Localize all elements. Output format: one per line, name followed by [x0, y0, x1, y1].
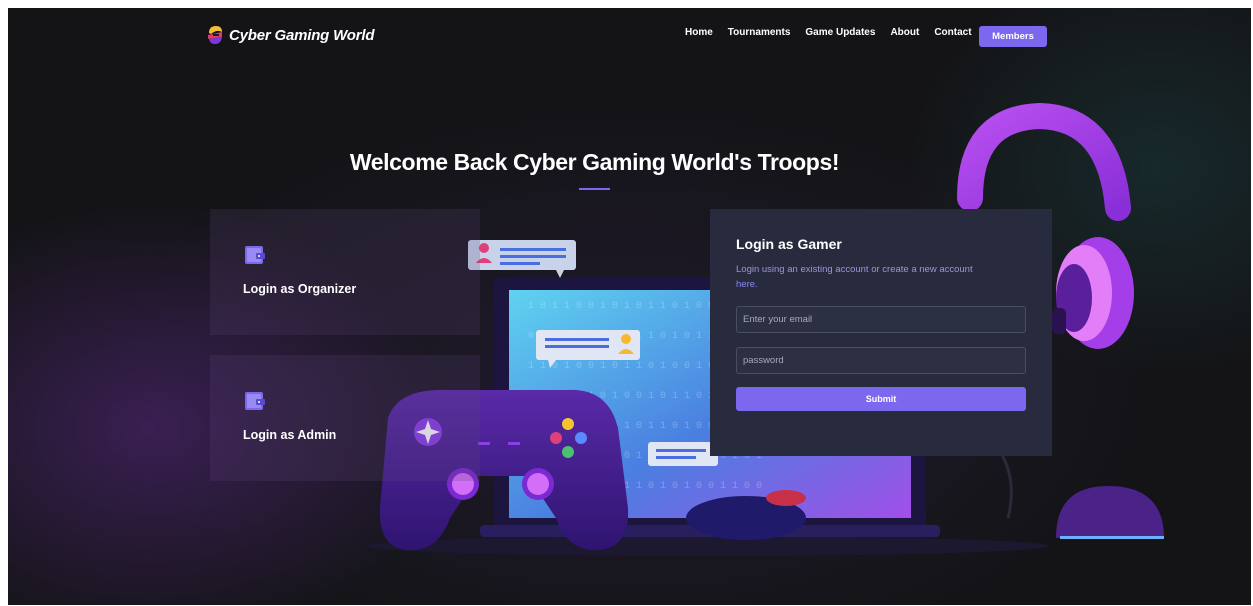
admin-login-label: Login as Admin: [243, 428, 337, 442]
nav-home[interactable]: Home: [685, 27, 713, 38]
gaming-illustration: 1 0 1 1 0 0 1 0 1 0 1 1 0 1 0 0 1 1 0 1 …: [368, 102, 1164, 556]
wallet-icon: [245, 392, 265, 410]
login-description-text: Login using an existing account or creat…: [736, 264, 973, 275]
wallet-icon: [245, 246, 265, 264]
organizer-login-label: Login as Organizer: [243, 282, 357, 296]
nav-contact[interactable]: Contact: [934, 27, 971, 38]
create-account-link[interactable]: here.: [736, 279, 758, 290]
submit-button[interactable]: Submit: [736, 387, 1026, 411]
nav-about[interactable]: About: [890, 27, 919, 38]
members-button[interactable]: Members: [979, 26, 1047, 47]
nav-game-updates[interactable]: Game Updates: [805, 27, 875, 38]
main-nav: Home Tournaments Game Updates About Cont…: [685, 27, 987, 38]
nav-tournaments[interactable]: Tournaments: [728, 27, 791, 38]
admin-login-card[interactable]: Login as Admin: [210, 355, 480, 481]
page-frame: 1 0 1 1 0 0 1 0 1 0 1 1 0 1 0 0 1 1 0 1 …: [8, 8, 1251, 605]
login-title: Login as Gamer: [736, 236, 842, 252]
page-title: Welcome Back Cyber Gaming World's Troops…: [349, 149, 840, 175]
brand-logo[interactable]: Cyber Gaming World: [205, 24, 375, 46]
password-input[interactable]: [736, 347, 1026, 374]
login-description: Login using an existing account or creat…: [736, 262, 1036, 292]
ninja-logo-icon: [208, 26, 222, 44]
gamer-login-panel: Login as Gamer Login using an existing a…: [710, 209, 1052, 456]
organizer-login-card[interactable]: Login as Organizer: [210, 209, 480, 335]
email-input[interactable]: [736, 306, 1026, 333]
title-underline: [579, 188, 610, 190]
brand-name: Cyber Gaming World: [229, 26, 375, 44]
